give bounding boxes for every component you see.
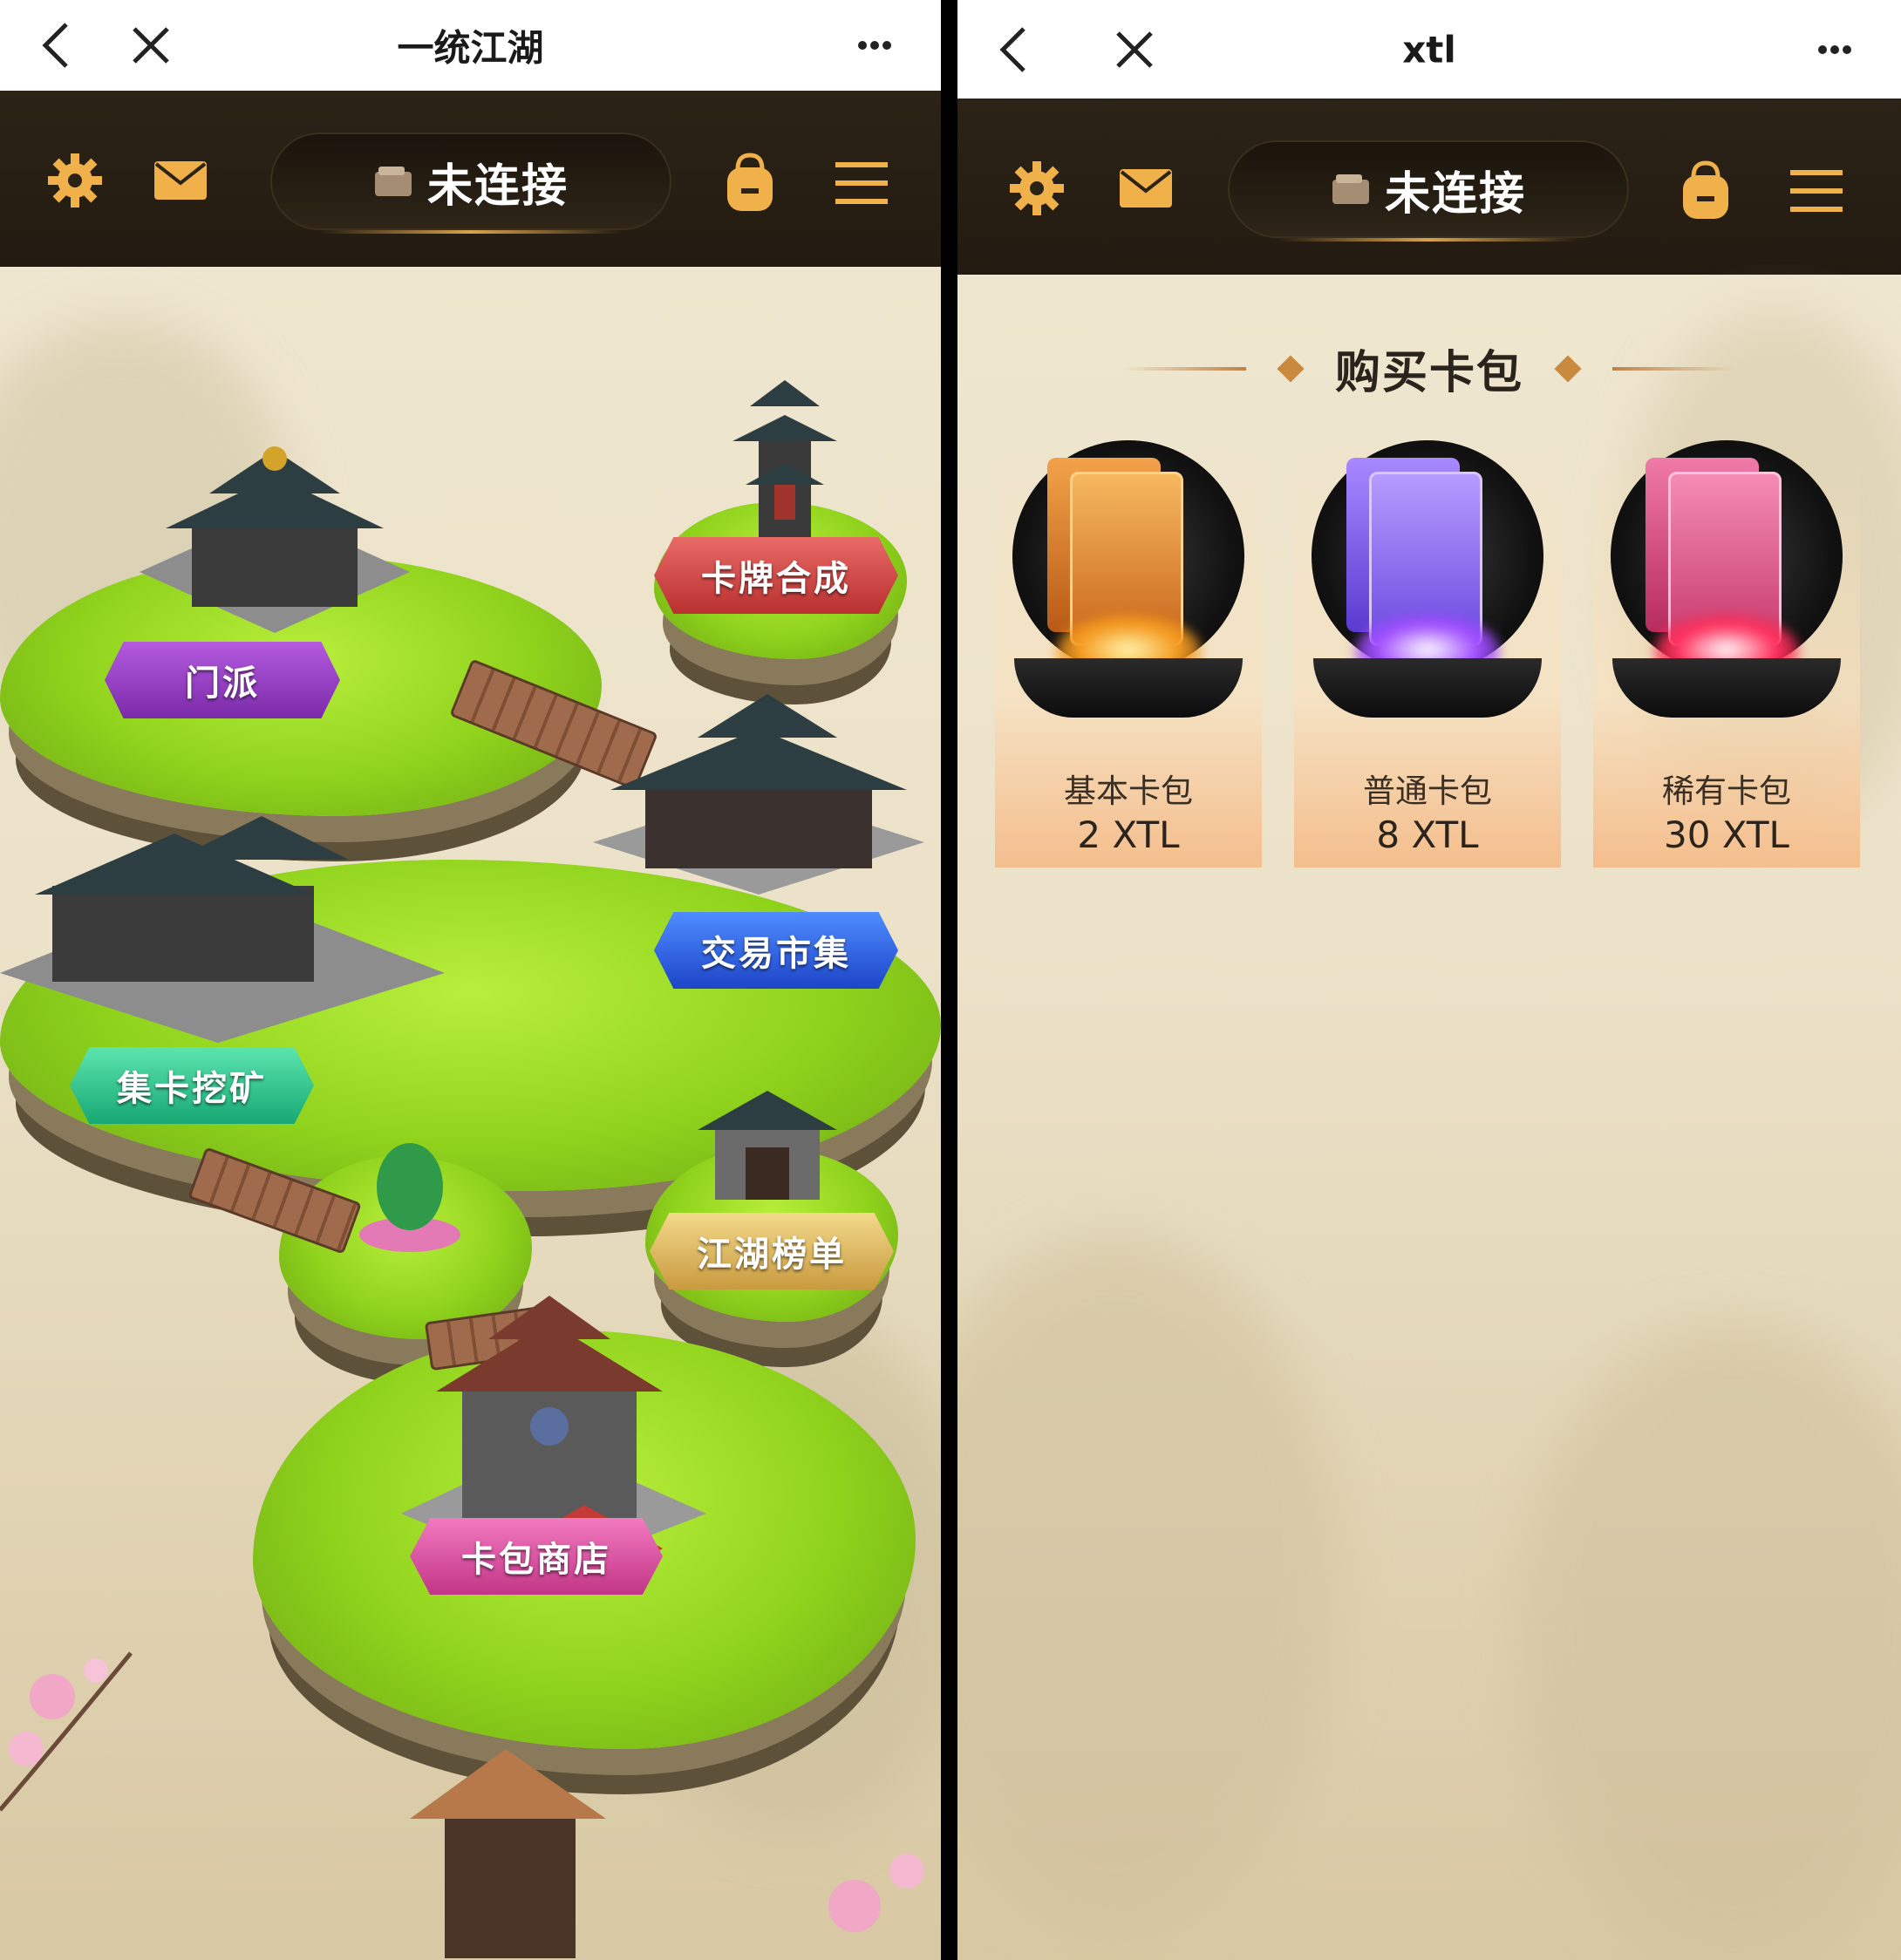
- mist-decoration: [1516, 1321, 1901, 1960]
- connection-status: 未连接: [426, 160, 569, 213]
- left-panel: 一统江湖 未连接 门派 卡牌合成 交易市集 集卡挖矿 江湖榜单 卡包商店: [0, 0, 941, 1960]
- connection-status: 未连接: [1384, 167, 1526, 221]
- diamond-ornament: [1277, 354, 1305, 383]
- market-label[interactable]: 交易市集: [654, 912, 898, 989]
- market-building-image: [593, 694, 924, 895]
- wallet-icon: [1332, 174, 1369, 204]
- pack-name: 基本卡包: [1064, 772, 1193, 810]
- menu-icon[interactable]: [1790, 168, 1843, 214]
- card-craft-label[interactable]: 卡牌合成: [654, 537, 898, 614]
- sect-building-image: [140, 446, 410, 633]
- shop-title: 购买卡包: [1334, 347, 1523, 399]
- mining-building-image: [0, 816, 445, 1043]
- top-nav-bar: 一统江湖: [0, 0, 941, 91]
- wallet-icon: [374, 167, 412, 196]
- mail-icon[interactable]: [1119, 168, 1173, 208]
- pack-name: 稀有卡包: [1662, 772, 1791, 810]
- ranking-label[interactable]: 江湖榜单: [650, 1213, 894, 1290]
- pack-name: 普通卡包: [1363, 772, 1492, 810]
- gear-icon[interactable]: [48, 153, 102, 208]
- window-title: 一统江湖: [397, 26, 544, 70]
- connection-button[interactable]: 未连接: [1228, 140, 1629, 242]
- pack-card-rare[interactable]: 稀有卡包 30 XTL: [1593, 440, 1860, 868]
- sect-label[interactable]: 门派: [105, 642, 340, 718]
- pack-bowl: [1612, 658, 1841, 718]
- mail-icon[interactable]: [153, 160, 208, 201]
- pack-bowl: [1313, 658, 1542, 718]
- pack-card-normal[interactable]: 普通卡包 8 XTL: [1294, 440, 1561, 868]
- map-view: 门派 卡牌合成 交易市集 集卡挖矿 江湖榜单 卡包商店: [0, 267, 941, 1960]
- gate-building-image: [698, 1091, 837, 1200]
- shop-title-row: 购买卡包: [957, 336, 1901, 401]
- pack-price: 2 XTL: [1077, 813, 1180, 856]
- game-header: 未连接: [957, 99, 1901, 275]
- tower-building-image: [732, 380, 837, 555]
- backpack-icon[interactable]: [1680, 160, 1732, 221]
- pack-card-basic[interactable]: 基本卡包 2 XTL: [995, 440, 1262, 868]
- more-icon[interactable]: [1817, 44, 1852, 55]
- divider-line: [1612, 366, 1734, 371]
- right-panel: xtl 未连接 购买卡包 基本卡包 2 XTL 普通卡包 8 XTL 稀有卡包 …: [957, 0, 1901, 1960]
- traveler-figure-image: [410, 1749, 606, 1958]
- more-icon[interactable]: [857, 40, 892, 51]
- backpack-icon[interactable]: [724, 152, 776, 213]
- pack-price: 30 XTL: [1664, 813, 1789, 856]
- lion-statue-image: [359, 1143, 460, 1252]
- window-title: xtl: [1402, 28, 1456, 71]
- blossom-decoration: [828, 1854, 924, 1932]
- game-header: 未连接: [0, 91, 941, 267]
- mining-label[interactable]: 集卡挖矿: [70, 1047, 314, 1124]
- top-nav-bar: xtl: [957, 0, 1901, 99]
- pack-list: 基本卡包 2 XTL 普通卡包 8 XTL 稀有卡包 30 XTL: [995, 440, 1867, 868]
- blossom-decoration: [0, 1651, 133, 1812]
- card-pack-shop: 购买卡包 基本卡包 2 XTL 普通卡包 8 XTL 稀有卡包 30 XTL: [957, 275, 1901, 1960]
- mist-decoration: [957, 1234, 1341, 1931]
- menu-icon[interactable]: [835, 160, 888, 206]
- pack-bowl: [1014, 658, 1243, 718]
- pack-price: 8 XTL: [1376, 813, 1479, 856]
- gear-icon[interactable]: [1010, 161, 1064, 215]
- diamond-ornament: [1554, 354, 1582, 383]
- connection-button[interactable]: 未连接: [270, 133, 671, 234]
- divider-line: [1123, 366, 1246, 371]
- card-shop-label[interactable]: 卡包商店: [410, 1518, 663, 1595]
